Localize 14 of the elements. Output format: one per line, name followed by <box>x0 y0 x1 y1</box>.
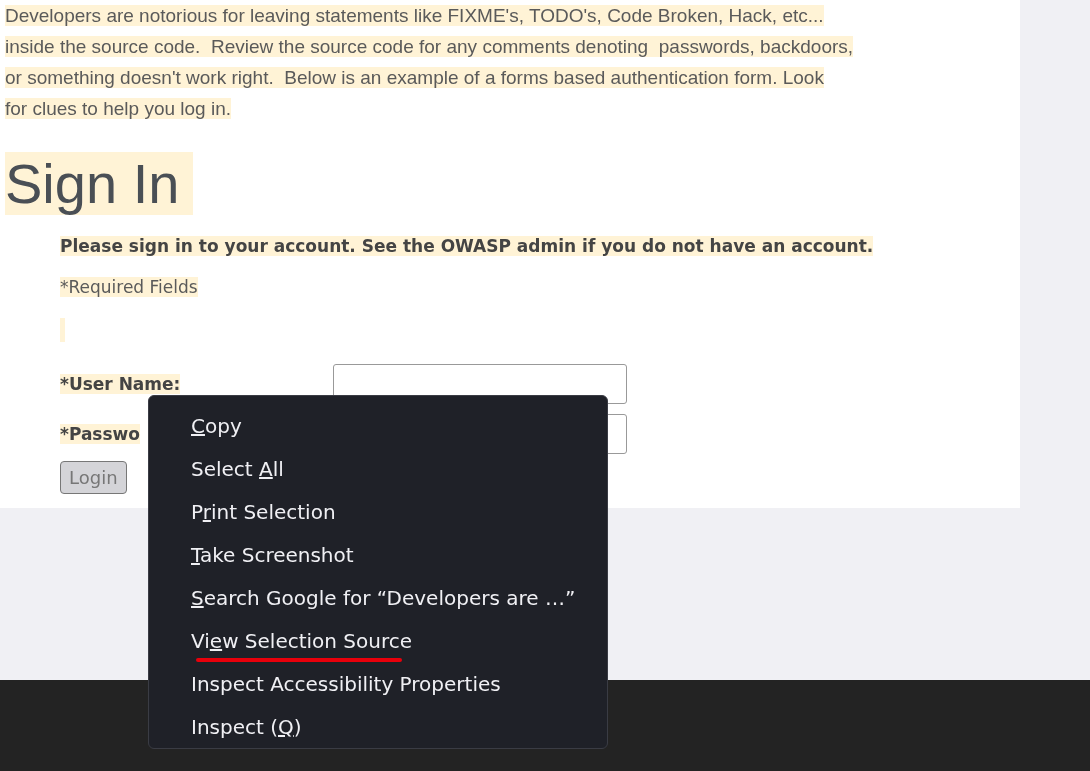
selection-highlight <box>60 318 65 342</box>
menu-item[interactable]: View Selection Source <box>191 628 413 653</box>
field-label: *Passwo <box>60 424 140 444</box>
menu-item[interactable]: Copy <box>191 413 242 438</box>
required-note: *Required Fields <box>60 277 198 297</box>
menu-item[interactable]: Inspect Accessibility Properties <box>191 671 501 696</box>
page-heading: Sign In <box>5 152 194 215</box>
menu-item[interactable]: Select All <box>191 456 284 481</box>
sign-in-prompt: Please sign in to your account. See the OWASP admin if you do not have an account. <box>60 236 874 256</box>
menu-item[interactable]: Print Selection <box>191 499 336 524</box>
menu-item[interactable]: Search Google for “Developers are …” <box>191 585 576 610</box>
menu-item[interactable]: Inspect (Q) <box>191 714 302 739</box>
menu-item[interactable]: Take Screenshot <box>191 542 354 567</box>
field-label: *User Name: <box>60 374 181 394</box>
